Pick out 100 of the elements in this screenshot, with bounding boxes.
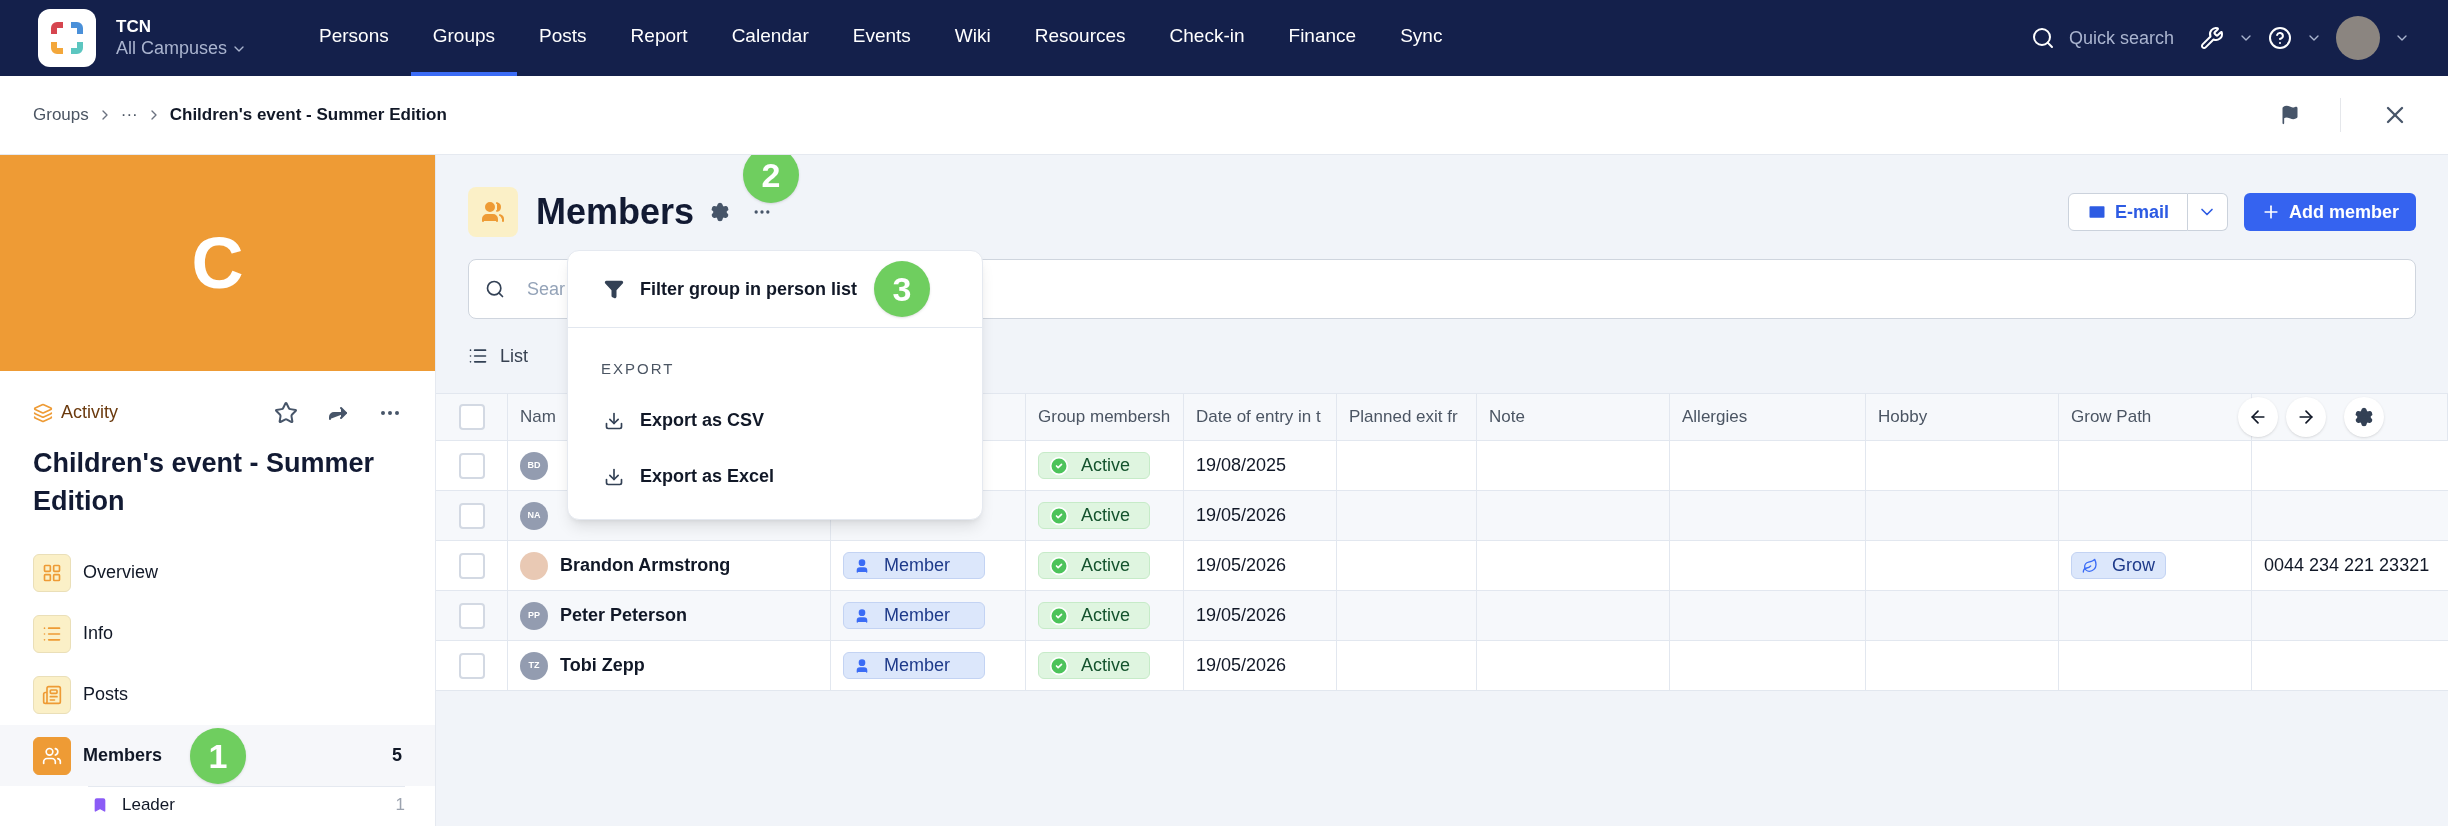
nav-tab[interactable]: Check-in: [1147, 0, 1267, 76]
number-badge: 3: [874, 261, 930, 317]
check-circle-icon: [1049, 455, 1069, 476]
breadcrumb-item[interactable]: Groups: [33, 102, 89, 128]
date-cell-text: 19/08/2025: [1196, 454, 1287, 477]
sidebar-item[interactable]: Members 1 5: [0, 725, 435, 786]
status-tag: Active: [1038, 502, 1150, 529]
date-cell-text: 19/05/2026: [1196, 554, 1287, 577]
person-icon: [854, 657, 870, 674]
star-icon[interactable]: [274, 400, 298, 425]
nav-tab[interactable]: Calendar: [709, 0, 831, 76]
check-circle-icon: [1049, 505, 1069, 526]
sidebar-item[interactable]: Posts: [0, 664, 435, 725]
help-icon[interactable]: [2268, 26, 2292, 50]
nav-tab[interactable]: Sync: [1378, 0, 1465, 76]
nav-tab[interactable]: Finance: [1266, 0, 1379, 76]
date-cell-text: 19/05/2026: [1196, 504, 1287, 527]
status-tag: Active: [1038, 652, 1150, 679]
column-header[interactable]: Nam: [520, 404, 556, 430]
nav-tab[interactable]: Events: [830, 0, 933, 76]
grow-path-tag: Grow: [2071, 552, 2166, 579]
avatar: TZ: [520, 651, 548, 680]
view-toggle[interactable]: List: [500, 342, 528, 370]
column-header[interactable]: Planned exit fr: [1349, 404, 1458, 430]
date-cell-text: 19/05/2026: [1196, 604, 1287, 627]
checkbox[interactable]: [458, 602, 485, 629]
group-title: Children's event - Summer Edition: [32, 447, 375, 518]
nav-tab[interactable]: Posts: [517, 0, 609, 76]
app-name: TCN: [116, 16, 152, 38]
member-name[interactable]: Peter Peterson: [560, 602, 688, 629]
search-icon: [485, 279, 505, 299]
quick-search-field[interactable]: Quick search: [2068, 24, 2174, 52]
cover-banner: C: [0, 155, 435, 371]
avatar: NA: [520, 501, 548, 530]
menu-item[interactable]: Export as CSV: [568, 392, 982, 449]
settings-icon[interactable]: [710, 202, 731, 222]
layers-icon: [33, 402, 53, 423]
checkbox[interactable]: [458, 502, 485, 529]
member-name[interactable]: Brandon Armstrong: [560, 552, 731, 579]
phone-cell-text: 0044 234 221 23321: [2264, 554, 2430, 577]
nav-tab[interactable]: Persons: [297, 0, 411, 76]
menu-item[interactable]: Export as Excel: [568, 448, 982, 505]
role-tag: Member: [843, 552, 985, 579]
campus-selector[interactable]: All Campuses: [116, 37, 248, 60]
download-icon: [604, 410, 624, 431]
settings-icon: [2354, 407, 2374, 427]
tools-icon[interactable]: [2200, 26, 2224, 50]
check-circle-icon: [1049, 555, 1069, 576]
app-logo[interactable]: [38, 9, 96, 67]
role-tag: Member: [843, 602, 985, 629]
column-header[interactable]: Allergies: [1682, 404, 1748, 430]
newspaper-icon: [42, 684, 62, 705]
number-badge: 2: [743, 155, 799, 203]
column-header[interactable]: Date of entry in t: [1196, 404, 1321, 430]
avatar: [520, 551, 548, 580]
people-icon: [42, 745, 62, 766]
nav-tab[interactable]: Report: [608, 0, 710, 76]
list-icon: [468, 346, 488, 366]
nav-tab[interactable]: Wiki: [932, 0, 1013, 76]
column-header[interactable]: Group membersh: [1038, 404, 1171, 430]
filter-icon: [604, 279, 624, 299]
column-header[interactable]: Note: [1489, 404, 1525, 430]
check-circle-icon: [1049, 655, 1069, 676]
checkbox[interactable]: [458, 652, 485, 679]
check-circle-icon: [1049, 605, 1069, 626]
page-title: Members: [536, 190, 695, 234]
sidebar-item[interactable]: Overview: [0, 542, 435, 603]
bookmark-icon: [92, 796, 108, 813]
nav-tab[interactable]: Resources: [1012, 0, 1148, 76]
date-cell-text: 19/05/2026: [1196, 654, 1287, 677]
people-icon: [481, 200, 505, 224]
download-icon: [604, 466, 624, 487]
item-count: 5: [392, 744, 402, 767]
user-avatar[interactable]: [2336, 16, 2380, 60]
checkbox[interactable]: [458, 552, 485, 579]
column-header[interactable]: Hobby: [1878, 404, 1928, 430]
email-button[interactable]: E-mail: [2067, 193, 2188, 231]
member-name[interactable]: Tobi Zepp: [560, 652, 645, 679]
breadcrumb-item[interactable]: ···: [120, 102, 138, 128]
sidebar-item[interactable]: Info: [0, 603, 435, 664]
checkbox[interactable]: [458, 404, 485, 430]
leaf-icon: [2082, 557, 2098, 574]
grid-icon: [42, 562, 62, 583]
category-label: Activity: [61, 401, 118, 424]
person-icon: [854, 557, 870, 574]
number-badge: 1: [190, 728, 246, 784]
add-member-button[interactable]: Add member: [2243, 193, 2416, 231]
search-icon[interactable]: [2030, 26, 2055, 50]
menu-section-label: EXPORT: [600, 359, 676, 379]
checkbox[interactable]: [458, 452, 485, 479]
sidebar-subitem[interactable]: Leader: [122, 791, 175, 818]
status-tag: Active: [1038, 552, 1150, 579]
role-tag: Member: [843, 652, 985, 679]
item-count: 1: [395, 793, 405, 816]
breadcrumb-item: Children's event - Summer Edition: [169, 104, 447, 127]
column-header[interactable]: Grow Path: [2071, 404, 2152, 430]
flag-icon[interactable]: [2280, 105, 2300, 125]
status-tag: Active: [1038, 452, 1150, 479]
avatar: BD: [520, 451, 548, 480]
status-tag: Active: [1038, 602, 1150, 629]
